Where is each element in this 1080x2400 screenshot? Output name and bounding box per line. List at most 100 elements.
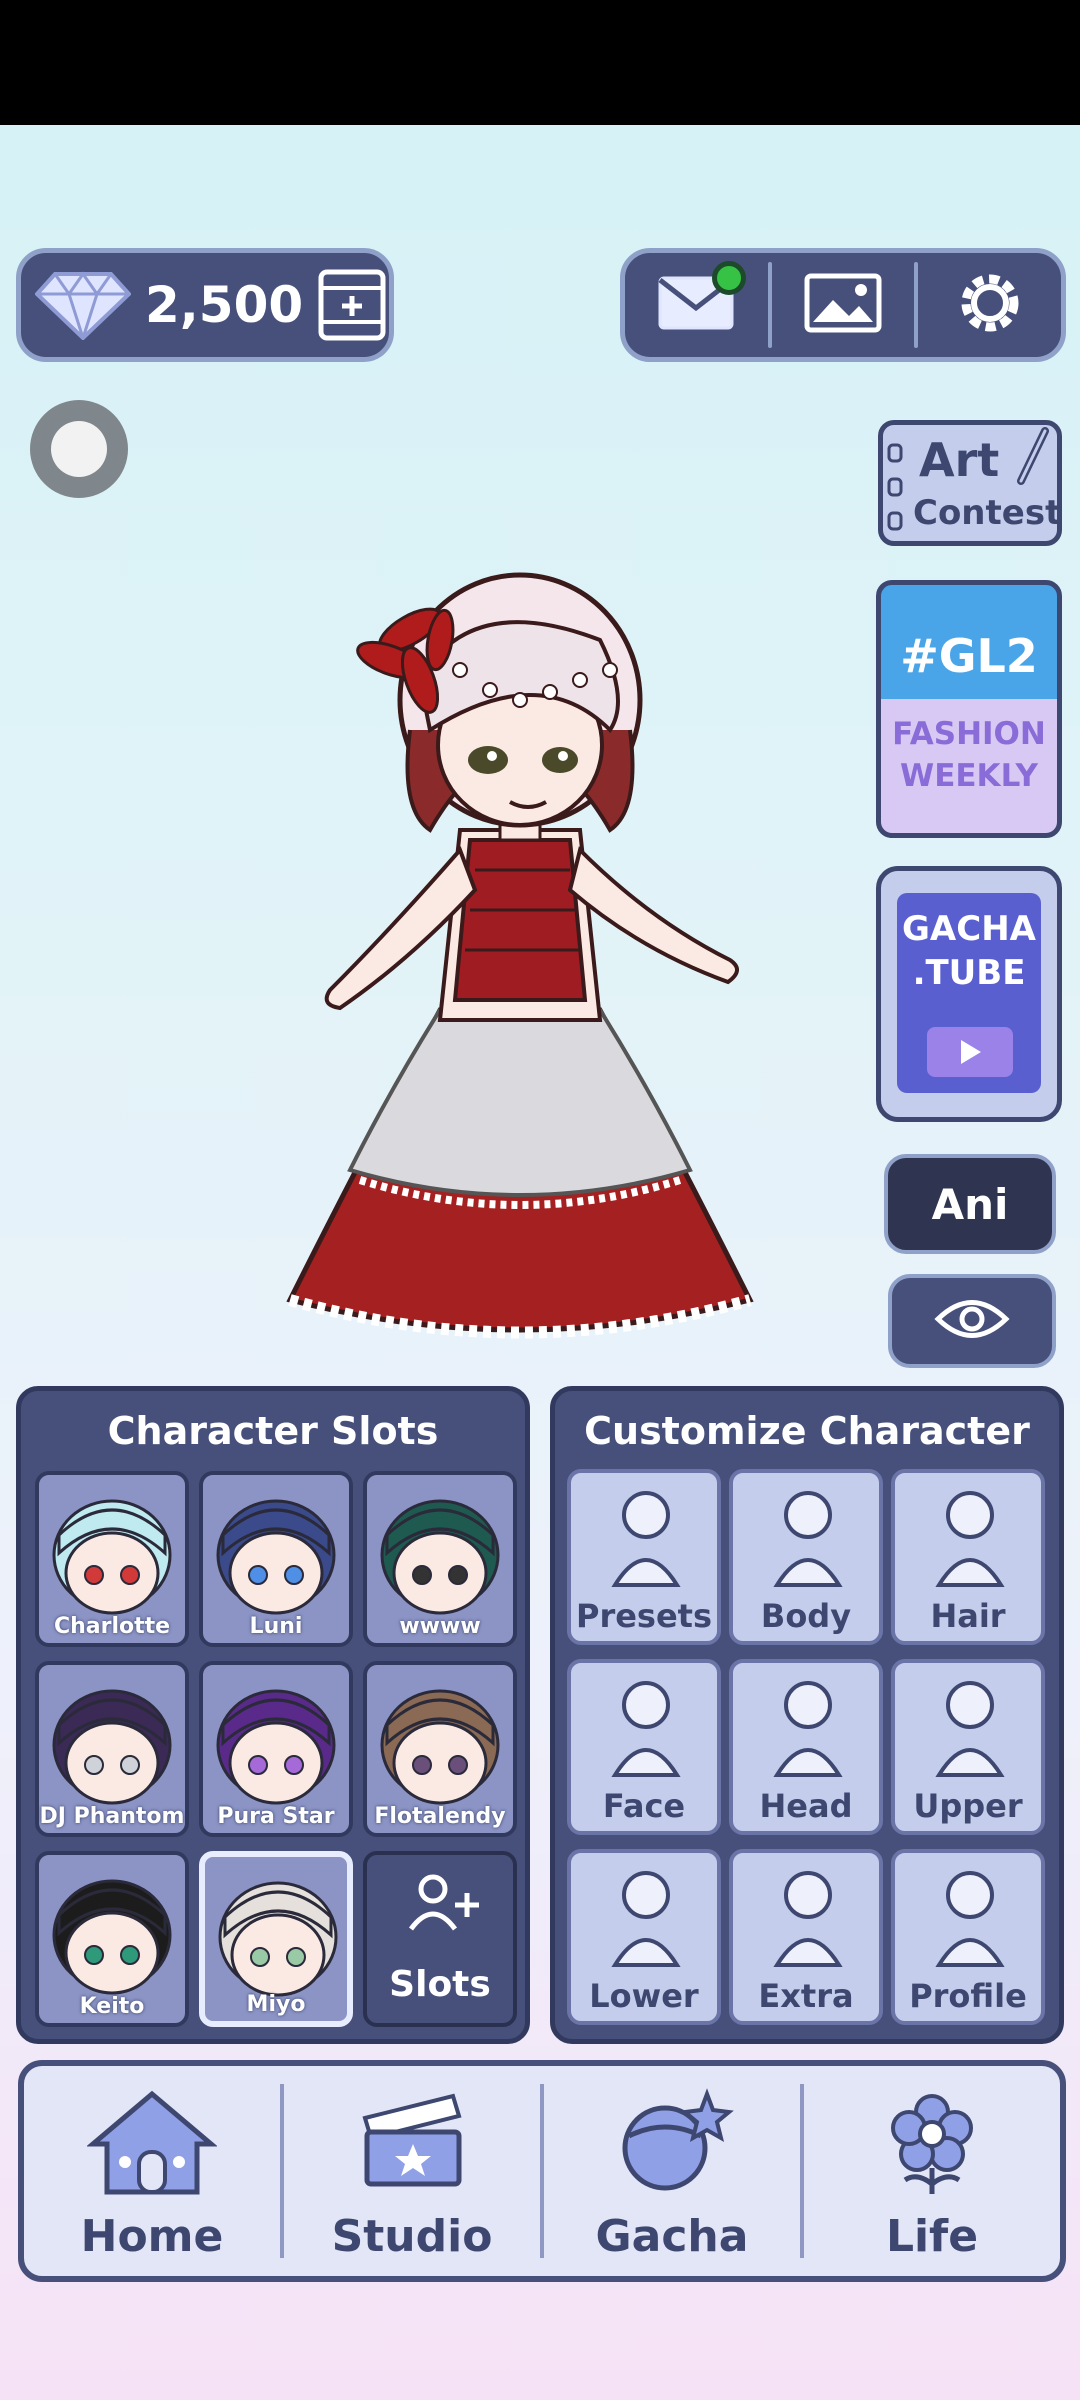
gallery-button[interactable] — [772, 253, 915, 357]
character-slot-name: Miyo — [246, 1992, 306, 2017]
hair-icon — [935, 1491, 1005, 1587]
nav-gacha-label: Gacha — [595, 2211, 749, 2262]
add-slots-label: Slots — [389, 1964, 491, 2005]
character-avatar — [216, 1689, 336, 1805]
customize-item-label: Extra — [758, 1977, 854, 2015]
character-slot[interactable]: wwww — [363, 1471, 517, 1647]
character-slot[interactable]: Pura Star — [199, 1661, 353, 1837]
gacha-orb-icon — [607, 2088, 737, 2202]
add-gems-icon[interactable] — [317, 268, 387, 342]
character-slot[interactable]: Keito — [35, 1851, 189, 2027]
presets-icon — [611, 1491, 681, 1587]
gacha-tube-title: GACHA .TUBE — [902, 909, 1036, 993]
character-avatar — [52, 1689, 172, 1805]
lower-clothing-icon — [611, 1871, 681, 1967]
visibility-button[interactable] — [888, 1274, 1056, 1368]
notebook-rings-icon — [887, 443, 903, 531]
gacha-tube-screen: GACHA .TUBE — [897, 893, 1041, 1093]
profile-icon — [935, 1871, 1005, 1967]
nav-studio-label: Studio — [331, 2211, 493, 2262]
gem-count: 2,500 — [145, 276, 304, 334]
character-slot[interactable]: Flotalendy — [363, 1661, 517, 1837]
character-avatar — [52, 1499, 172, 1615]
character-slot-name: Charlotte — [53, 1614, 171, 1639]
bottom-navigation: Home Studio Gacha Life — [18, 2060, 1066, 2282]
add-slots-button[interactable]: Slots — [363, 1851, 517, 2027]
customize-item-label: Profile — [909, 1977, 1027, 2015]
customize-body-button[interactable]: Body — [729, 1469, 883, 1645]
fashion-weekly-text: FASHION WEEKLY — [892, 716, 1046, 794]
gallery-icon — [803, 272, 883, 338]
gl2-fashion-weekly-banner[interactable]: #GL2 FASHION WEEKLY — [876, 580, 1062, 838]
customize-item-label: Head — [759, 1787, 853, 1825]
character-slot[interactable]: Miyo — [199, 1851, 353, 2027]
nav-studio[interactable]: Studio — [284, 2066, 540, 2276]
customize-hair-button[interactable]: Hair — [891, 1469, 1045, 1645]
clapperboard-icon — [357, 2088, 467, 2192]
face-icon — [611, 1681, 681, 1777]
character-avatar — [380, 1689, 500, 1805]
character-slot-name: Pura Star — [217, 1804, 335, 1829]
character-slot-name: Luni — [249, 1614, 303, 1639]
flower-icon — [877, 2088, 987, 2202]
character-preview[interactable] — [270, 530, 770, 1350]
nav-home[interactable]: Home — [24, 2066, 280, 2276]
play-icon — [927, 1027, 1013, 1077]
gacha-tube-banner[interactable]: GACHA .TUBE — [876, 866, 1062, 1122]
character-slot[interactable]: DJ Phantom — [35, 1661, 189, 1837]
body-icon — [773, 1491, 843, 1587]
customize-item-label: Body — [760, 1597, 852, 1635]
character-slots-title: Character Slots — [107, 1409, 439, 1453]
nav-home-label: Home — [80, 2211, 224, 2262]
character-avatar — [52, 1879, 172, 1995]
nav-life[interactable]: Life — [804, 2066, 1060, 2276]
customize-item-label: Presets — [575, 1597, 713, 1635]
mail-button[interactable] — [625, 253, 768, 357]
status-bar — [0, 0, 1080, 125]
character-slot[interactable]: Luni — [199, 1471, 353, 1647]
customize-profile-button[interactable]: Profile — [891, 1849, 1045, 2025]
customize-extra-button[interactable]: Extra — [729, 1849, 883, 2025]
record-button[interactable] — [30, 400, 128, 498]
add-user-icon — [408, 1874, 479, 1931]
character-slot-name: DJ Phantom — [39, 1804, 185, 1829]
settings-button[interactable] — [918, 253, 1061, 357]
gem-counter-bar: 2,500 — [16, 248, 394, 362]
head-accessory-icon — [773, 1681, 843, 1777]
pencil-icon — [1017, 427, 1049, 485]
character-slot[interactable]: Charlotte — [35, 1471, 189, 1647]
nav-gacha[interactable]: Gacha — [544, 2066, 800, 2276]
character-avatar — [380, 1499, 500, 1615]
gl2-tag: #GL2 — [900, 629, 1038, 683]
customize-character-panel: Customize Character Presets Body Hair Face H… — [550, 1386, 1064, 2044]
art-contest-title: Art — [919, 433, 1000, 487]
customize-item-label: Lower — [589, 1977, 699, 2015]
diamond-icon — [35, 270, 131, 340]
character-slot-name: Flotalendy — [374, 1804, 506, 1829]
character-slot-name: Keito — [79, 1994, 145, 2019]
character-slot-name: wwww — [399, 1614, 481, 1639]
nav-life-label: Life — [885, 2211, 979, 2262]
character-slots-panel: Character Slots Charlotte Luni wwww DJ Phan… — [16, 1386, 530, 2044]
customize-item-label: Hair — [930, 1597, 1006, 1635]
house-icon — [86, 2088, 218, 2202]
notification-dot — [711, 261, 746, 295]
customize-head-button[interactable]: Head — [729, 1659, 883, 1835]
art-contest-subtitle: Contest — [913, 493, 1062, 533]
extra-items-icon — [773, 1871, 843, 1967]
character-avatar — [218, 1881, 338, 1997]
ani-button[interactable]: Ani — [884, 1154, 1056, 1254]
customize-item-label: Face — [602, 1787, 686, 1825]
eye-icon — [934, 1294, 1010, 1348]
top-right-toolbar — [620, 248, 1066, 362]
customize-upper-button[interactable]: Upper — [891, 1659, 1045, 1835]
customize-character-title: Customize Character — [584, 1409, 1030, 1453]
art-contest-banner[interactable]: Art Contest — [878, 420, 1062, 546]
customize-item-label: Upper — [913, 1787, 1023, 1825]
customize-face-button[interactable]: Face — [567, 1659, 721, 1835]
character-avatar — [216, 1499, 336, 1615]
customize-presets-button[interactable]: Presets — [567, 1469, 721, 1645]
settings-icon — [953, 266, 1027, 344]
customize-lower-button[interactable]: Lower — [567, 1849, 721, 2025]
upper-clothing-icon — [935, 1681, 1005, 1777]
